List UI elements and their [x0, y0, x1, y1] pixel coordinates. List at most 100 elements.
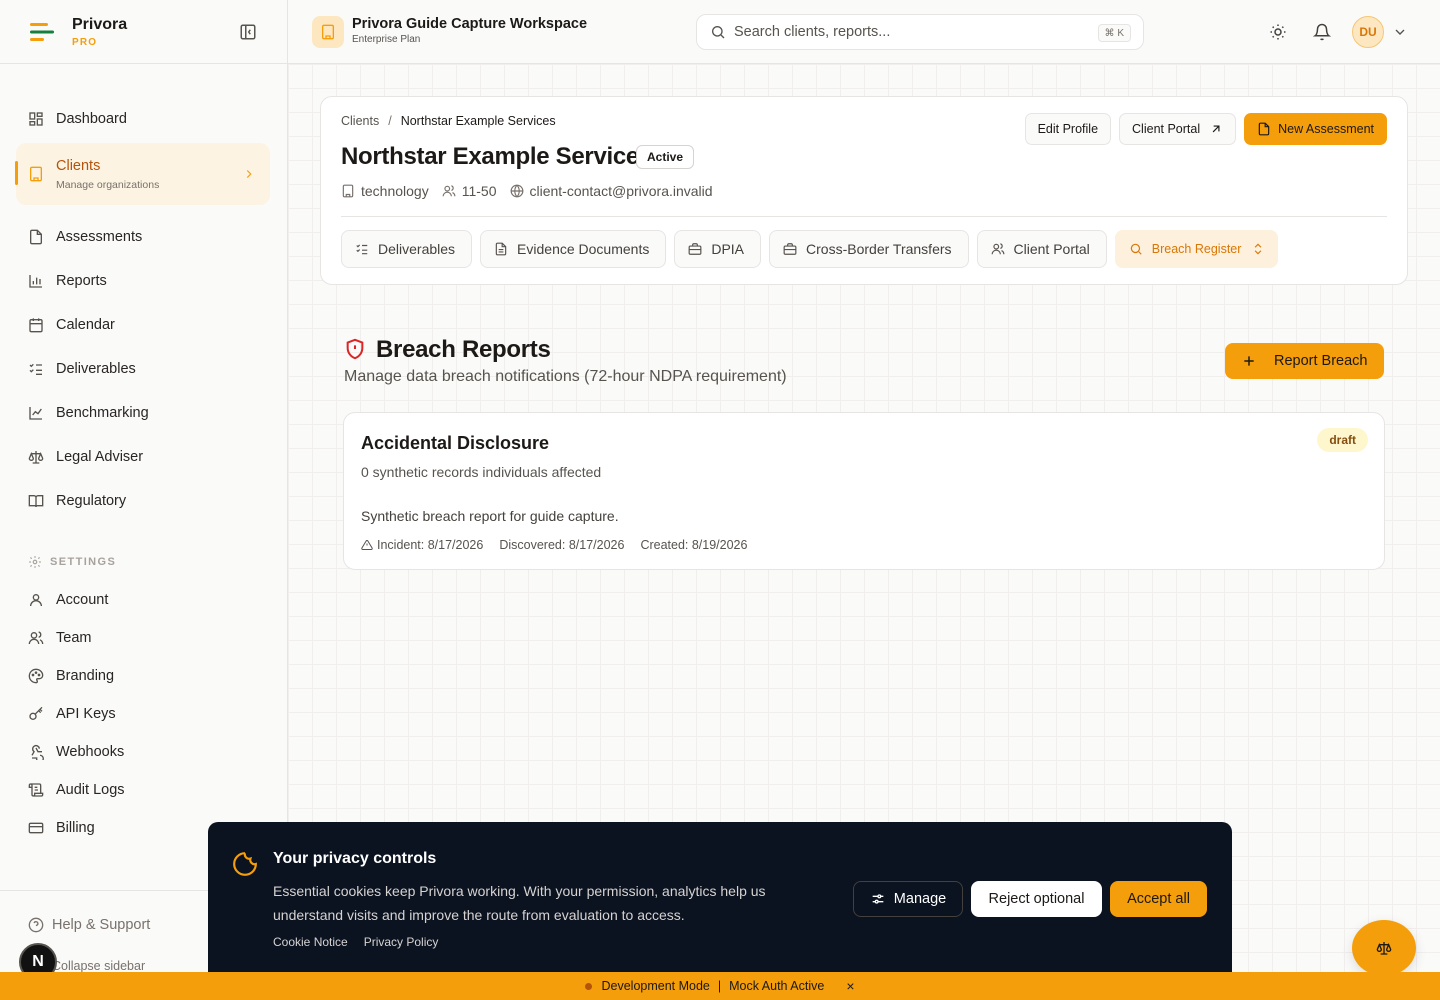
sidebar-item-webhooks[interactable]: Webhooks — [0, 733, 287, 771]
sidebar-item-assessments[interactable]: Assessments — [0, 215, 287, 259]
breach-description: Synthetic breach report for guide captur… — [361, 508, 619, 524]
report-breach-button[interactable]: Report Breach — [1225, 343, 1384, 379]
help-support-link[interactable]: Help & Support — [28, 917, 150, 933]
search-box[interactable]: ⌘ K — [696, 14, 1144, 50]
client-meta: technology 11-50 client-contact@privora.… — [341, 183, 726, 199]
edit-profile-button[interactable]: Edit Profile — [1024, 113, 1112, 145]
breadcrumb-separator: / — [388, 114, 392, 128]
panel-left-icon[interactable] — [239, 23, 257, 41]
sidebar-item-label: Assessments — [56, 229, 143, 245]
chevron-right-icon — [246, 170, 252, 178]
sidebar-item-reports[interactable]: Reports — [0, 259, 287, 303]
file-plus-icon — [1258, 122, 1270, 136]
cookie-icon — [233, 852, 257, 876]
sidebar-item-dashboard[interactable]: Dashboard — [0, 97, 287, 141]
dev-separator: | — [717, 979, 722, 993]
client-portal-label: Client Portal — [1132, 122, 1201, 136]
sidebar-item-label: Account — [56, 592, 109, 608]
sidebar-item-label: Deliverables — [56, 361, 136, 377]
cookie-text: Essential cookies keep Privora working. … — [273, 883, 766, 923]
calendar-icon — [29, 318, 43, 333]
sidebar-item-label: Legal Adviser — [56, 449, 144, 465]
client-tabs: Deliverables Evidence Documents DPIA Cro… — [341, 230, 1279, 268]
tab-client-portal[interactable]: Client Portal — [976, 230, 1107, 268]
sidebar-item-account[interactable]: Account — [0, 581, 287, 619]
sun-icon[interactable] — [1269, 23, 1287, 41]
privacy-policy-link[interactable]: Privacy Policy — [364, 935, 439, 949]
list-checks-icon — [29, 363, 42, 375]
client-industry-value: technology — [361, 183, 429, 199]
users-icon — [991, 243, 1004, 255]
plus-icon — [1244, 356, 1254, 366]
sidebar-item-label: Calendar — [56, 317, 115, 333]
sidebar-item-branding[interactable]: Branding — [0, 657, 287, 695]
building-icon — [322, 24, 334, 40]
legal-adviser-fab[interactable] — [1352, 920, 1416, 976]
sidebar-item-api-keys[interactable]: API Keys — [0, 695, 287, 733]
sidebar-item-benchmarking[interactable]: Benchmarking — [0, 391, 287, 435]
sidebar-item-team[interactable]: Team — [0, 619, 287, 657]
tab-label: Evidence Documents — [517, 241, 650, 257]
accept-all-button[interactable]: Accept all — [1110, 881, 1207, 917]
client-name: Northstar Example Services — [341, 143, 653, 170]
sidebar-item-audit-logs[interactable]: Audit Logs — [0, 771, 287, 809]
divider — [341, 216, 1387, 217]
report-breach-label: Report Breach — [1274, 353, 1368, 369]
incident-date: Incident: 8/17/2026 — [377, 538, 484, 552]
close-icon[interactable]: × — [846, 978, 854, 994]
breach-report-card[interactable]: Accidental Disclosure draft 0 synthetic … — [343, 412, 1385, 570]
tab-label: Client Portal — [1013, 241, 1090, 257]
tab-label: Breach Register — [1151, 242, 1242, 256]
list-checks-icon — [356, 244, 368, 255]
section-subtitle: Manage data breach notifications (72-hou… — [344, 368, 787, 385]
chevrons-up-down-icon — [1255, 243, 1262, 255]
sidebar-item-calendar[interactable]: Calendar — [0, 303, 287, 347]
topbar: Privora Guide Capture Workspace Enterpri… — [288, 0, 1440, 64]
manage-cookies-button[interactable]: Manage — [853, 881, 963, 917]
workspace-title[interactable]: Privora Guide Capture Workspace — [352, 16, 587, 32]
tab-breach-register[interactable]: Breach Register — [1114, 230, 1279, 268]
breach-affected: 0 synthetic records individuals affected — [361, 464, 602, 480]
sidebar-item-legal-adviser[interactable]: Legal Adviser — [0, 435, 287, 479]
file-icon — [30, 229, 42, 245]
brand-tier: PRO — [72, 36, 98, 48]
line-chart-icon — [29, 407, 42, 420]
webhook-icon — [31, 744, 44, 760]
breadcrumb-clients-link[interactable]: Clients — [341, 114, 379, 128]
tab-label: Cross-Border Transfers — [806, 241, 952, 257]
workspace-icon — [312, 16, 344, 48]
status-dot — [585, 982, 593, 990]
sidebar-item-label: Benchmarking — [56, 405, 149, 421]
cookie-notice-link[interactable]: Cookie Notice — [273, 935, 348, 949]
tab-cross-border-transfers[interactable]: Cross-Border Transfers — [769, 230, 969, 268]
sidebar-item-clients[interactable]: Clients Manage organizations — [15, 143, 270, 205]
sidebar-item-deliverables[interactable]: Deliverables — [0, 347, 287, 391]
search-shortcut: ⌘ K — [1097, 24, 1131, 42]
avatar[interactable]: DU — [1352, 16, 1384, 48]
briefcase-icon — [688, 243, 702, 255]
new-assessment-button[interactable]: New Assessment — [1244, 113, 1387, 145]
arrow-up-right-icon — [1212, 125, 1220, 133]
collapse-sidebar-button[interactable]: Collapse sidebar — [52, 959, 145, 973]
client-portal-button[interactable]: Client Portal — [1119, 113, 1237, 145]
breadcrumb: Clients / Northstar Example Services — [341, 114, 556, 128]
cookie-links: Cookie Notice Privacy Policy — [273, 935, 438, 949]
shield-alert-icon — [346, 338, 364, 360]
user-icon — [30, 594, 42, 607]
main-nav: Dashboard Clients Manage organizations A… — [0, 64, 287, 847]
search-input[interactable] — [734, 24, 1074, 40]
file-text-icon — [495, 242, 507, 256]
tab-deliverables[interactable]: Deliverables — [341, 230, 473, 268]
bell-icon[interactable] — [1313, 23, 1331, 41]
sidebar-item-label: Regulatory — [56, 493, 127, 509]
sidebar-item-label: API Keys — [56, 706, 116, 722]
tab-dpia[interactable]: DPIA — [674, 230, 762, 268]
chevron-down-icon[interactable] — [1392, 24, 1408, 40]
credit-card-icon — [28, 822, 44, 834]
tab-evidence-documents[interactable]: Evidence Documents — [480, 230, 667, 268]
reject-optional-button[interactable]: Reject optional — [971, 881, 1102, 917]
sidebar-item-regulatory[interactable]: Regulatory — [0, 479, 287, 523]
status-badge: draft — [1317, 428, 1368, 452]
client-size: 11-50 — [442, 183, 497, 199]
settings-heading: SETTINGS — [0, 549, 287, 575]
